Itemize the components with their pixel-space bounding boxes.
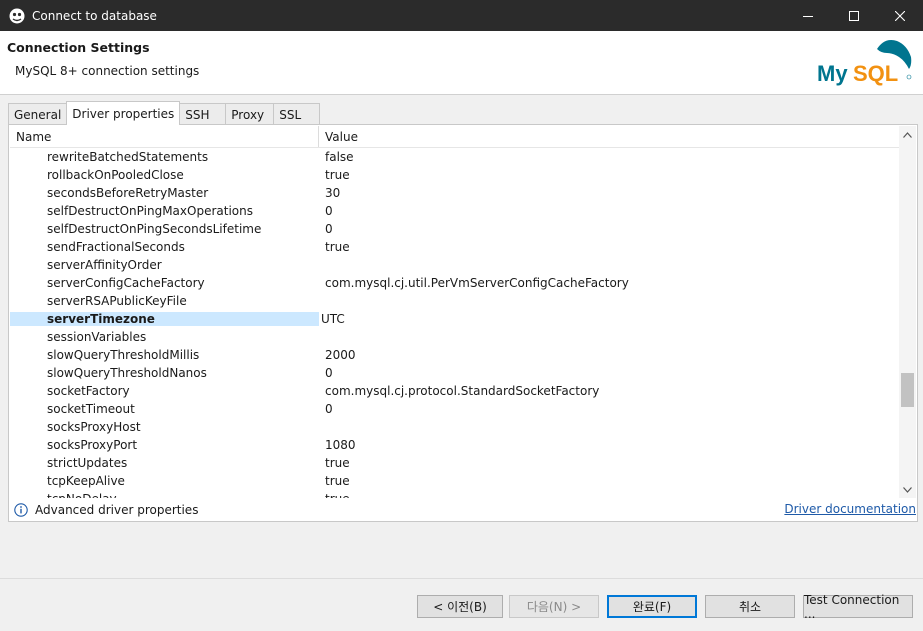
property-value-cell[interactable]: 1080 [319,438,900,452]
table-row[interactable]: selfDestructOnPingMaxOperations 0 [10,202,900,220]
minimize-button[interactable] [785,0,831,31]
driver-documentation-link[interactable]: Driver documentation [784,502,916,516]
property-name-cell[interactable]: slowQueryThresholdNanos [10,366,319,380]
driver-properties-panel: Name Value rewriteBatchedStatements false… [8,124,918,522]
test-connection-button[interactable]: Test Connection ... [803,593,913,621]
property-name-cell[interactable]: rewriteBatchedStatements [10,150,319,164]
table-header: Name Value [10,126,900,148]
advanced-properties-bar: Advanced driver properties Driver docume… [10,499,916,521]
property-name-cell[interactable]: socksProxyHost [10,420,319,434]
property-name-cell[interactable]: sessionVariables [10,330,319,344]
property-name-cell[interactable]: socketTimeout [10,402,319,416]
property-value-cell[interactable]: true [319,456,900,470]
table-row[interactable]: socksProxyHost [10,418,900,436]
table-row[interactable]: socketTimeout 0 [10,400,900,418]
table-body: rewriteBatchedStatements false rollbackOnP… [10,148,900,498]
table-row[interactable]: serverTimezone UTC [10,310,900,328]
properties-table: Name Value rewriteBatchedStatements false… [10,126,900,498]
next-button[interactable]: 다음(N) > [509,595,599,618]
advanced-properties-label: Advanced driver properties [35,503,199,517]
vertical-scrollbar[interactable] [899,126,916,498]
table-row[interactable]: selfDestructOnPingSecondsLifetime 0 [10,220,900,238]
tab-driver-properties[interactable]: Driver properties [66,101,181,125]
property-name-cell[interactable]: serverConfigCacheFactory [10,276,319,290]
page-subtitle: MySQL 8+ connection settings [15,64,200,78]
table-row[interactable]: strictUpdates true [10,454,900,472]
minimize-icon [803,15,813,17]
tab-strip: General Driver properties SSH Proxy SSL [8,101,321,125]
property-value-editor[interactable]: UTC [319,312,900,326]
property-name-cell[interactable]: secondsBeforeRetryMaster [10,186,319,200]
chevron-down-icon [903,486,912,493]
property-value-cell[interactable]: 0 [319,222,900,236]
property-value-cell[interactable]: true [319,492,900,498]
property-name-cell[interactable]: tcpKeepAlive [10,474,319,488]
property-value-cell[interactable]: true [319,168,900,182]
svg-text:My: My [817,61,848,86]
scroll-up-button[interactable] [899,126,916,143]
chevron-up-icon [903,131,912,138]
dbeaver-app-icon [9,8,25,23]
table-row[interactable]: socksProxyPort 1080 [10,436,900,454]
table-row[interactable]: socketFactory com.mysql.cj.protocol.Stand… [10,382,900,400]
column-header-value[interactable]: Value [319,126,900,147]
dialog-button-bar: < 이전(B) 다음(N) > 완료(F) 취소 Test Connection… [0,578,923,631]
column-header-name[interactable]: Name [10,126,319,147]
property-name-cell[interactable]: socketFactory [10,384,319,398]
property-name-cell[interactable]: selfDestructOnPingMaxOperations [10,204,319,218]
property-value-cell[interactable]: true [319,474,900,488]
table-row[interactable]: serverConfigCacheFactory com.mysql.cj.uti… [10,274,900,292]
tab-ssh[interactable]: SSH [179,103,227,125]
property-name-cell[interactable]: rollbackOnPooledClose [10,168,319,182]
maximize-button[interactable] [831,0,877,31]
property-value-cell[interactable]: com.mysql.cj.protocol.StandardSocketFact… [319,384,900,398]
table-row[interactable]: serverAffinityOrder [10,256,900,274]
table-row[interactable]: secondsBeforeRetryMaster 30 [10,184,900,202]
maximize-icon [849,10,859,21]
property-value-cell[interactable]: 30 [319,186,900,200]
table-row[interactable]: sendFractionalSeconds true [10,238,900,256]
table-row[interactable]: sessionVariables [10,328,900,346]
property-value-cell[interactable]: 0 [319,402,900,416]
cancel-button[interactable]: 취소 [705,595,795,618]
tab-general[interactable]: General [8,103,68,125]
property-name-cell[interactable]: serverAffinityOrder [10,258,319,272]
dialog-header: Connection Settings MySQL 8+ connection … [0,31,923,95]
back-button[interactable]: < 이전(B) [417,595,503,618]
property-name-cell[interactable]: tcpNoDelay [10,492,319,498]
table-row[interactable]: rollbackOnPooledClose true [10,166,900,184]
table-row[interactable]: tcpNoDelaytrue [10,490,900,498]
table-row[interactable]: tcpKeepAlive true [10,472,900,490]
property-value-cell[interactable]: 0 [319,366,900,380]
property-name-cell[interactable]: serverTimezone [10,312,319,326]
scroll-down-button[interactable] [899,481,916,498]
window-title: Connect to database [32,8,157,23]
property-name-cell[interactable]: strictUpdates [10,456,319,470]
property-name-cell[interactable]: selfDestructOnPingSecondsLifetime [10,222,319,236]
property-value-cell[interactable]: 2000 [319,348,900,362]
close-icon [895,10,905,21]
svg-text:SQL: SQL [853,61,898,86]
property-value-cell[interactable]: false [319,150,900,164]
tab-ssl[interactable]: SSL [273,103,321,125]
window-titlebar: Connect to database [0,0,923,31]
info-icon [14,503,28,517]
table-row[interactable]: serverRSAPublicKeyFile [10,292,900,310]
property-value-cell[interactable]: com.mysql.cj.util.PerVmServerConfigCache… [319,276,900,290]
property-name-cell[interactable]: socksProxyPort [10,438,319,452]
property-name-cell[interactable]: slowQueryThresholdMillis [10,348,319,362]
table-row[interactable]: slowQueryThresholdMillis 2000 [10,346,900,364]
property-value-cell[interactable]: true [319,240,900,254]
tab-proxy[interactable]: Proxy [225,103,275,125]
property-value-cell[interactable]: 0 [319,204,900,218]
mysql-logo: My SQL [817,40,912,86]
table-row[interactable]: slowQueryThresholdNanos 0 [10,364,900,382]
property-name-cell[interactable]: serverRSAPublicKeyFile [10,294,319,308]
close-window-button[interactable] [877,0,923,31]
table-row[interactable]: rewriteBatchedStatements false [10,148,900,166]
page-title: Connection Settings [7,40,150,55]
property-name-cell[interactable]: sendFractionalSeconds [10,240,319,254]
finish-button[interactable]: 완료(F) [607,595,697,618]
scrollbar-thumb[interactable] [901,373,914,407]
